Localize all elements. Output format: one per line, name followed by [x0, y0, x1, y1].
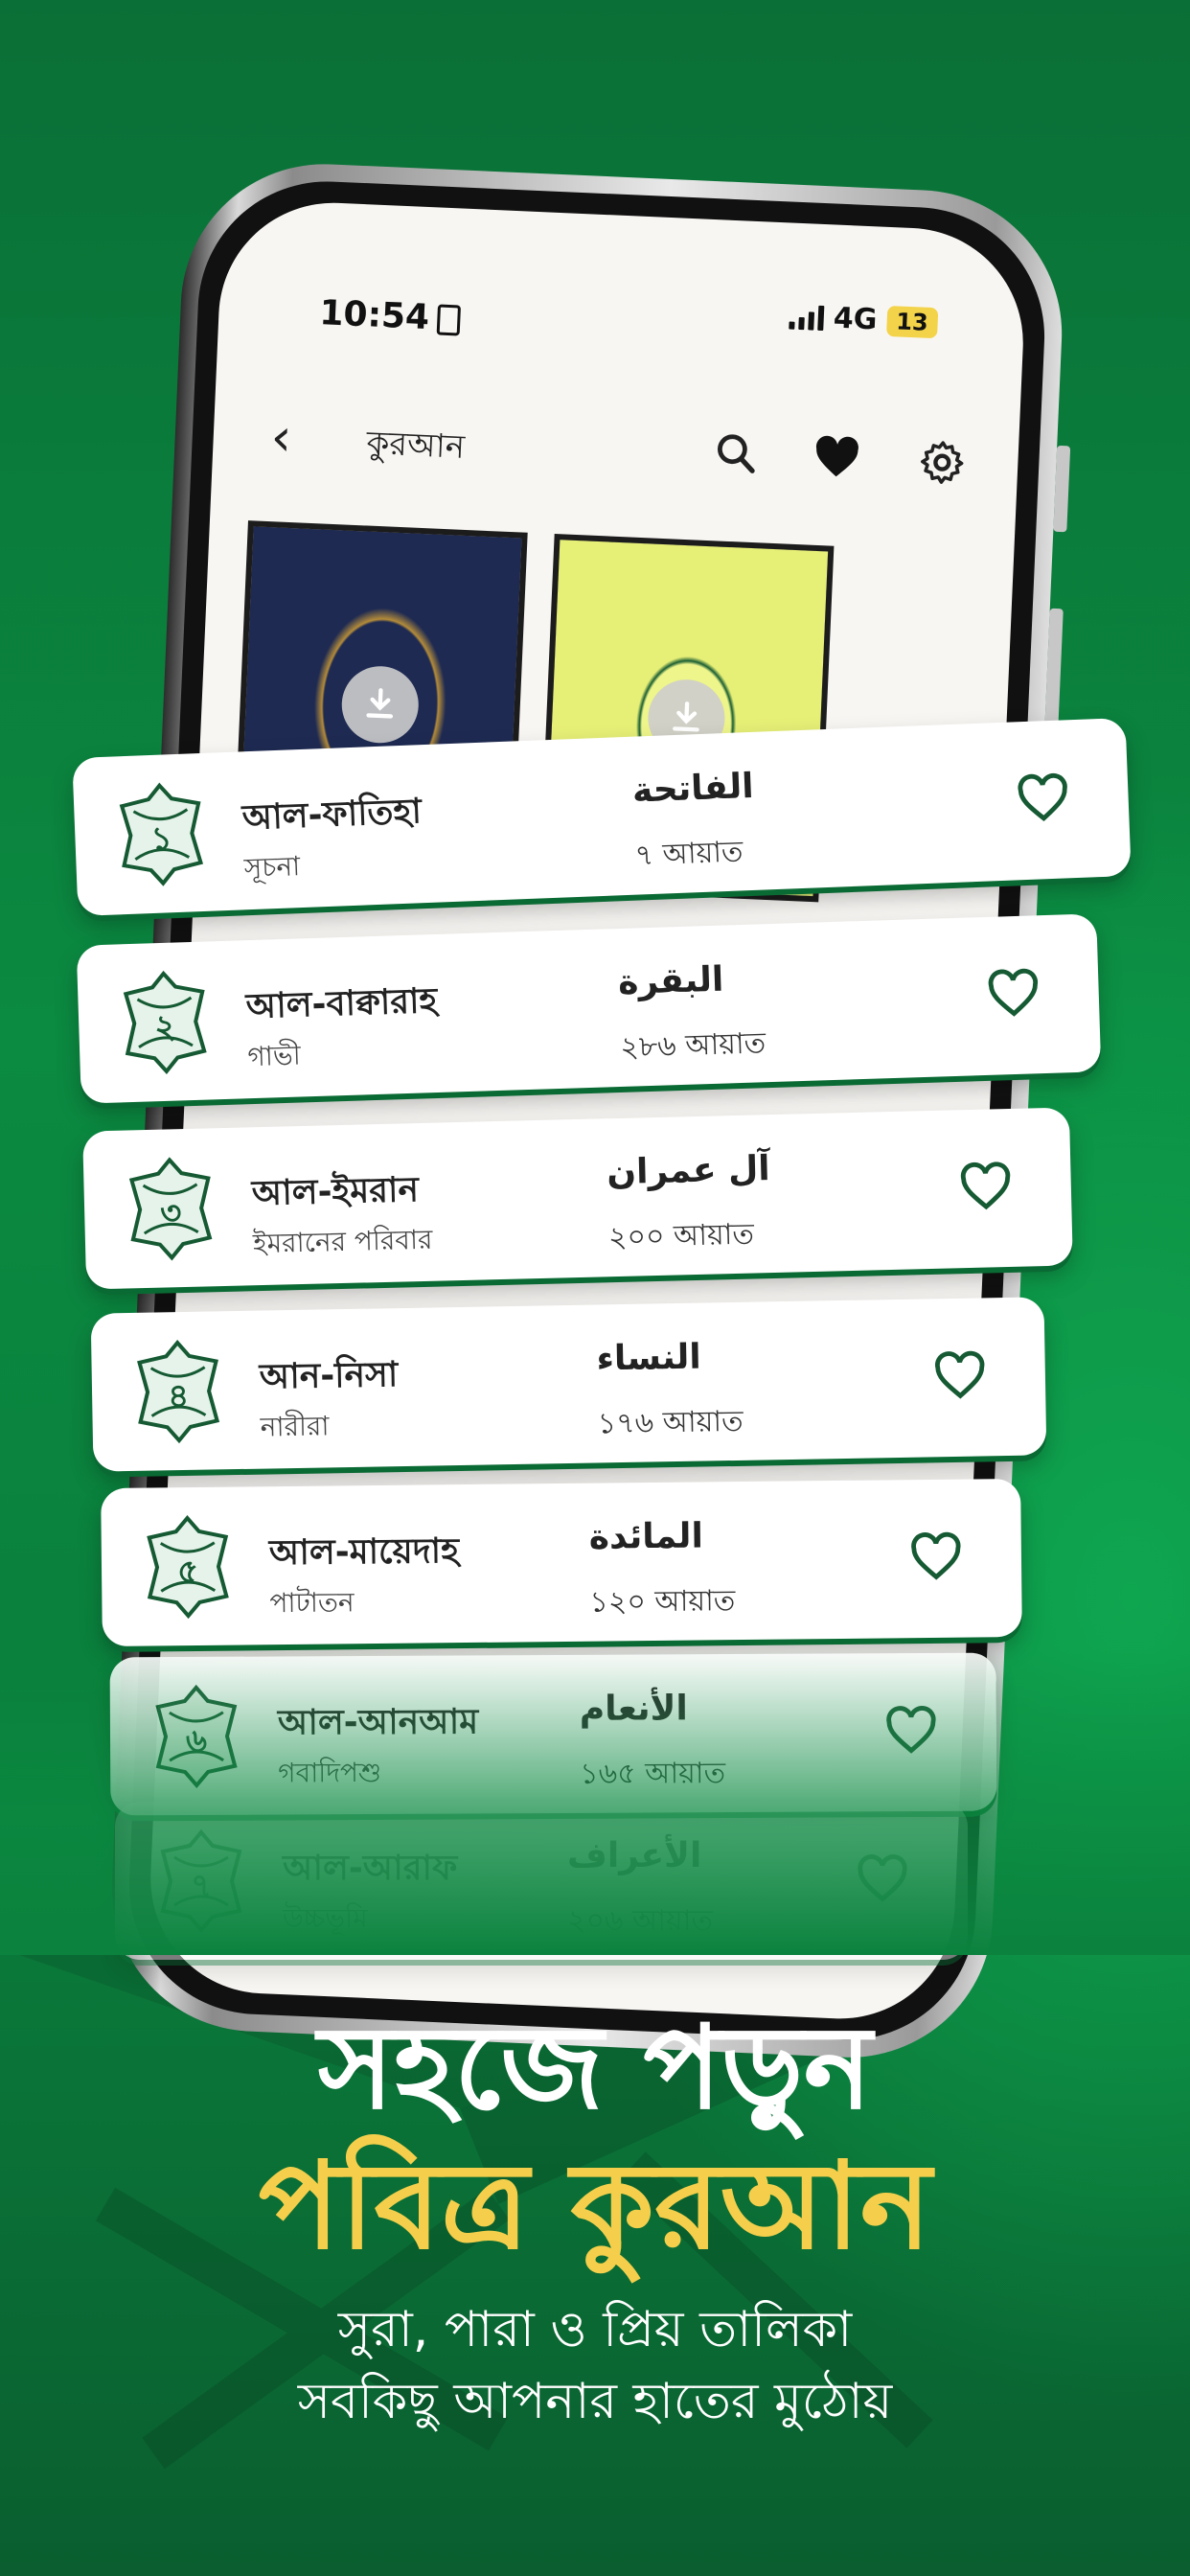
surah-number: ৪: [167, 1376, 190, 1416]
favorite-heart-icon[interactable]: [929, 1347, 990, 1404]
surah-ayat-count: ২০০ আয়াত: [607, 1217, 755, 1255]
surah-card[interactable]: ৫ আল-মায়েদাহ পাটাতন المائدة ১২০ আয়াত: [101, 1478, 1022, 1647]
favorite-heart-icon[interactable]: [983, 965, 1044, 1023]
favorite-heart-icon[interactable]: [955, 1159, 1016, 1215]
surah-arabic-name: البقرة: [617, 959, 724, 1003]
heart-icon[interactable]: [811, 432, 862, 484]
promo-headline-2: পবিত্র কুরআন: [258, 2137, 932, 2276]
surah-meaning: পাটাতন: [269, 1586, 355, 1620]
surah-number-badge: ২: [116, 968, 215, 1076]
surah-number-badge: ৩: [122, 1155, 220, 1262]
bottom-fade-overlay: [0, 1648, 1190, 1955]
surah-number: ১: [149, 819, 173, 860]
surah-meaning: নারীরা: [260, 1410, 330, 1443]
surah-ayat-count: ১২০ আয়াত: [589, 1584, 736, 1620]
surah-number: ৫: [176, 1552, 199, 1592]
surah-meaning: ইমরানের পরিবার: [252, 1223, 433, 1260]
surah-name: আন-নিসা: [259, 1355, 399, 1397]
network-label: 4G: [833, 301, 879, 337]
battery-badge: 13: [885, 305, 939, 338]
surah-name: আল-ইমরান: [251, 1170, 420, 1214]
surah-arabic-name: المائدة: [588, 1516, 704, 1557]
app-bar: ‹ কুরআন: [212, 384, 1019, 506]
surah-ayat-count: ২৮৬ আয়াত: [619, 1026, 767, 1065]
promo-subtitle-1: সুরা, পারা ও প্রিয় তালিকা: [337, 2301, 853, 2358]
download-icon[interactable]: [340, 664, 421, 745]
status-time: 10:54: [319, 293, 461, 338]
favorite-heart-icon[interactable]: [906, 1530, 967, 1586]
surah-card[interactable]: ৩ আল-ইমরান ইমরানের পরিবার آل عمران ২০০ আয়াত: [82, 1107, 1073, 1290]
surah-number: ৩: [159, 1194, 182, 1233]
surah-arabic-name: آل عمران: [606, 1149, 771, 1193]
gear-icon[interactable]: [916, 436, 968, 488]
surah-card[interactable]: ২ আল-বাক্বারাহ গাভী البقرة ২৮৬ আয়াত: [76, 913, 1102, 1104]
signal-icon: [789, 304, 825, 331]
surah-number: ২: [153, 1007, 177, 1047]
surah-name: আল-ফাতিহা: [240, 792, 423, 839]
surah-meaning: গাভী: [246, 1039, 302, 1073]
surah-number-badge: ১: [111, 780, 211, 889]
surah-meaning: সূচনা: [243, 850, 301, 885]
favorite-heart-icon[interactable]: [1013, 770, 1074, 827]
surah-name: আল-বাক্বারাহ: [245, 980, 438, 1027]
promo-subtitle-2: সবকিছু আপনার হাতের মুঠোয়: [297, 2373, 893, 2430]
search-icon[interactable]: [710, 427, 762, 479]
surah-ayat-count: ৭ আয়াত: [633, 835, 744, 873]
status-indicators: 4G 13: [789, 300, 939, 340]
surah-arabic-name: الفاتحة: [631, 766, 755, 811]
surah-ayat-count: ১৭৬ আয়াত: [597, 1404, 744, 1441]
surah-number-badge: ৫: [139, 1514, 236, 1621]
surah-number-badge: ৪: [129, 1338, 227, 1445]
surah-arabic-name: النساء: [596, 1337, 701, 1379]
surah-name: আল-মায়েদাহ: [268, 1531, 460, 1574]
id-card-icon: [436, 304, 461, 336]
chevron-left-icon[interactable]: ‹: [269, 406, 292, 468]
page-title: কুরআন: [365, 424, 466, 467]
surah-card[interactable]: ৪ আন-নিসা নারীরা النساء ১৭৬ আয়াত: [90, 1297, 1047, 1472]
